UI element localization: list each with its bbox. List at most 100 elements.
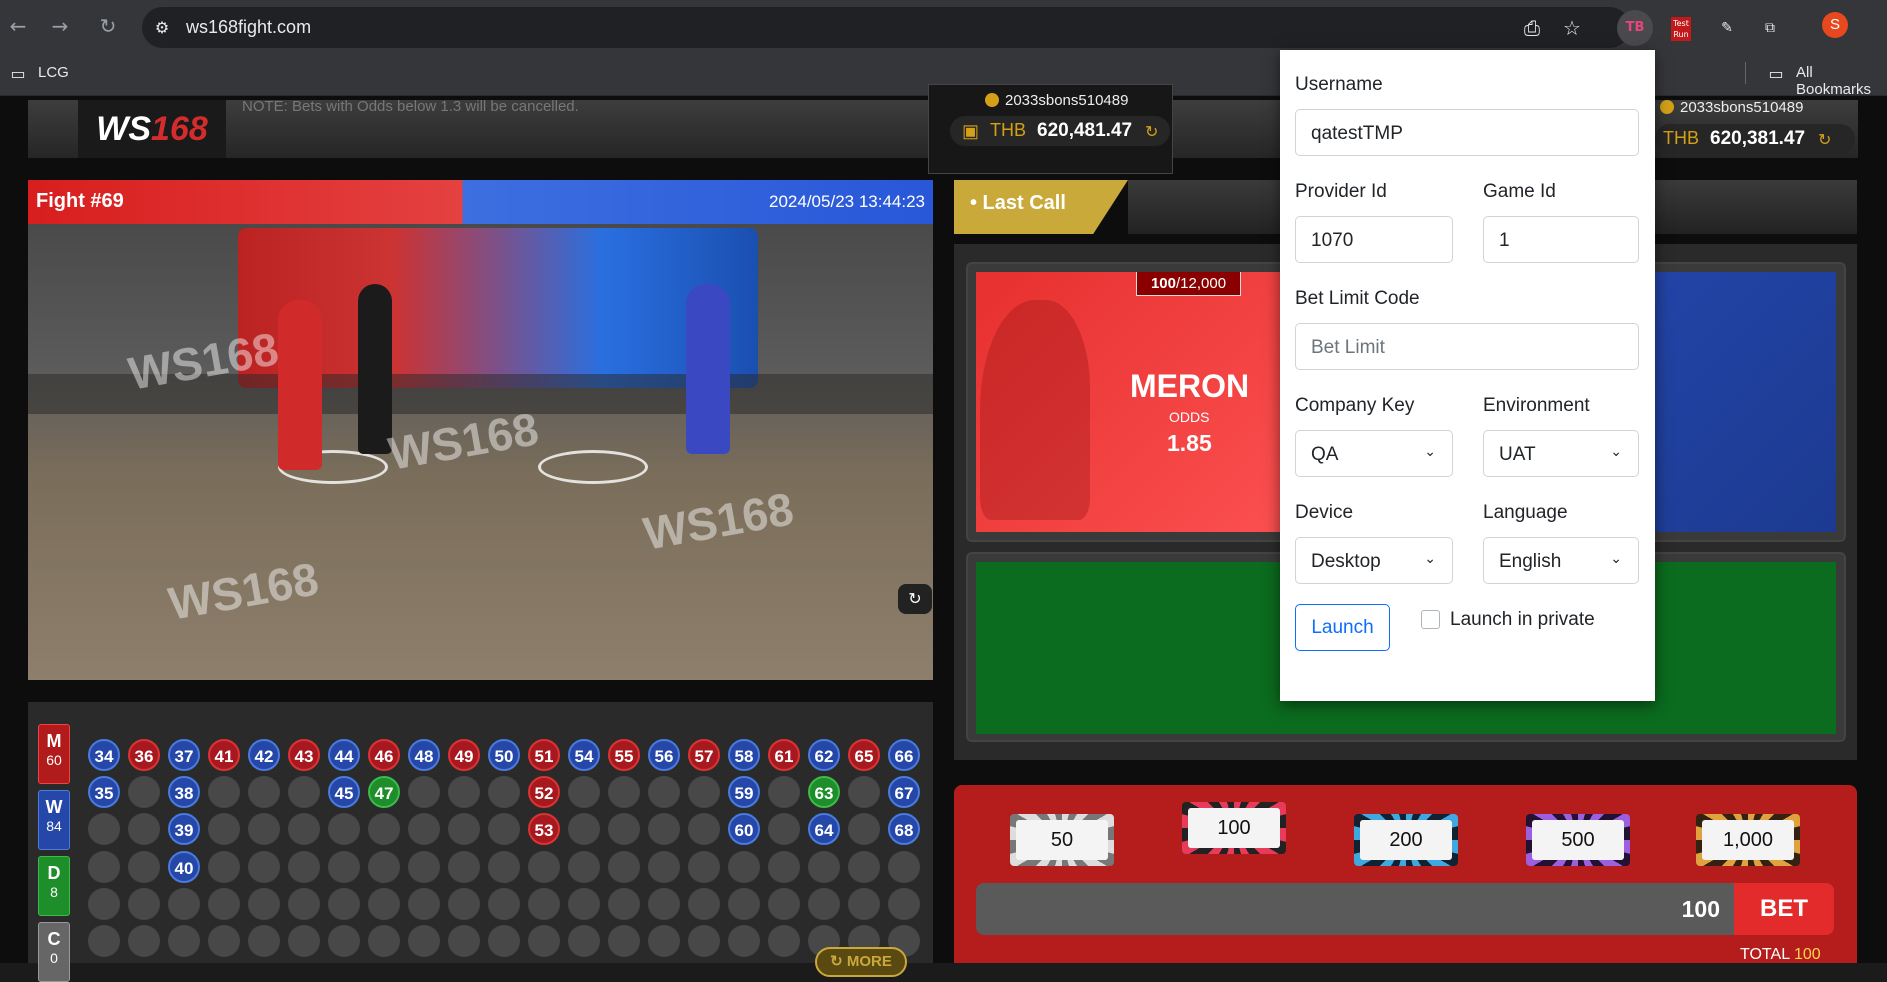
road-empty-dot [128,925,160,957]
chip-500[interactable]: 500 [1526,814,1630,866]
road-empty-dot [808,887,840,920]
environment-select[interactable]: UAT ⌄ [1483,430,1639,477]
road-empty-dot [568,925,600,957]
wallet-username-right: 2033sbons510489 [1660,99,1803,116]
wallet-username-left: 2033sbons510489 [985,92,1128,109]
install-app-icon[interactable]: ⎙ [1520,16,1544,40]
road-empty-dot [128,850,160,883]
bet-button[interactable]: BET [1734,883,1834,935]
star-icon[interactable]: ☆ [1560,16,1584,40]
road-empty-dot [848,850,880,883]
road-result-dot: 37 [168,739,200,771]
road-empty-dot [408,850,440,883]
profile-avatar[interactable]: S [1822,12,1848,38]
road-empty-dot [648,850,680,883]
road-empty-dot [288,925,320,957]
road-empty-dot [648,925,680,957]
road-result-dot: 65 [848,739,880,771]
road-empty-dot [168,925,200,957]
road-result-dot: 61 [768,739,800,771]
bet-amount-value: 100 [1681,896,1720,922]
environment-label: Environment [1483,395,1590,416]
balance-refresh-icon[interactable]: ↻ [1145,122,1158,142]
extensions-puzzle-icon[interactable]: ⧉ [1752,10,1788,46]
test-run-extension-icon[interactable]: Test Run [1663,10,1699,46]
road-empty-dot [248,850,280,883]
road-result-dot: 40 [168,850,200,883]
road-result-dot: 45 [328,776,360,809]
reload-icon[interactable]: ↻ [96,14,120,38]
feather-extension-icon[interactable]: ✎ [1709,10,1745,46]
road-empty-dot [488,887,520,920]
url-text[interactable]: ws168fight.com [186,17,311,38]
all-bookmarks-link[interactable]: All Bookmarks [1796,64,1887,98]
meron-odds-label: ODDS [1169,409,1210,425]
chevron-down-icon: ⌄ [1424,551,1436,567]
chip-100[interactable]: 100 [1182,802,1286,854]
road-empty-dot [168,887,200,920]
rooster-silhouette-icon [980,300,1090,520]
bet-total: TOTAL 100 [1740,946,1821,963]
road-empty-dot [328,925,360,957]
road-empty-dot [208,887,240,920]
game-id-input[interactable]: 1 [1483,216,1639,263]
road-empty-dot [408,776,440,809]
site-logo[interactable]: WS168 [78,100,226,158]
road-empty-dot [528,925,560,957]
road-result-dot: 34 [88,739,120,771]
device-select[interactable]: Desktop ⌄ [1295,537,1453,584]
road-result-dot: 57 [688,739,720,771]
road-empty-dot [488,925,520,957]
back-icon[interactable]: ← [6,14,30,38]
road-empty-dot [248,776,280,809]
road-result-dot: 43 [288,739,320,771]
road-empty-dot [848,776,880,809]
tb-extension-icon[interactable]: TB [1617,10,1653,46]
site-info-icon[interactable]: ⚙ [150,16,174,40]
balance-refresh-icon[interactable]: ↻ [1818,130,1831,150]
stat-meron: M 60 [38,724,70,784]
road-empty-dot [608,887,640,920]
road-empty-dot [128,776,160,809]
language-select[interactable]: English ⌄ [1483,537,1639,584]
road-result-dot: 59 [728,776,760,809]
provider-id-input[interactable]: 1070 [1295,216,1453,263]
bookmark-folder-lcg[interactable]: LCG [38,64,69,81]
road-empty-dot [488,776,520,809]
road-empty-dot [368,850,400,883]
chip-50[interactable]: 50 [1010,814,1114,866]
live-video[interactable]: WS168 WS168 WS168 WS168 [28,224,933,680]
road-result-dot: 42 [248,739,280,771]
handler-figure-blue [686,284,730,454]
launch-private-label[interactable]: Launch in private [1450,609,1595,631]
road-empty-dot [528,887,560,920]
road-result-dot: 44 [328,739,360,771]
road-empty-dot [288,850,320,883]
road-result-dot: 47 [368,776,400,809]
forward-icon[interactable]: → [48,14,72,38]
road-empty-dot [648,887,680,920]
username-input[interactable]: qatestTMP [1295,109,1639,156]
chip-200[interactable]: 200 [1354,814,1458,866]
address-bar[interactable] [142,7,1630,48]
launch-private-checkbox[interactable] [1421,610,1440,629]
road-empty-dot [488,850,520,883]
chip-1000[interactable]: 1,000 [1696,814,1800,866]
more-button[interactable]: ↻ MORE [815,947,907,977]
road-empty-dot [888,887,920,920]
road-result-dot: 36 [128,739,160,771]
chevron-down-icon: ⌄ [1424,444,1436,460]
bet-limit-input[interactable]: Bet Limit [1295,323,1639,370]
road-result-dot: 63 [808,776,840,809]
launch-button[interactable]: Launch [1295,604,1390,651]
company-key-select[interactable]: QA ⌄ [1295,430,1453,477]
road-result-dot: 62 [808,739,840,771]
folder-icon: ▭ [10,64,26,83]
road-result-dot: 54 [568,739,600,771]
road-empty-dot [88,925,120,957]
road-empty-dot [848,887,880,920]
road-result-dot: 46 [368,739,400,771]
video-refresh-icon[interactable]: ↻ [898,584,932,614]
odds-note: NOTE: Bets with Odds below 1.3 will be c… [242,98,579,115]
arena-circle [538,450,648,484]
